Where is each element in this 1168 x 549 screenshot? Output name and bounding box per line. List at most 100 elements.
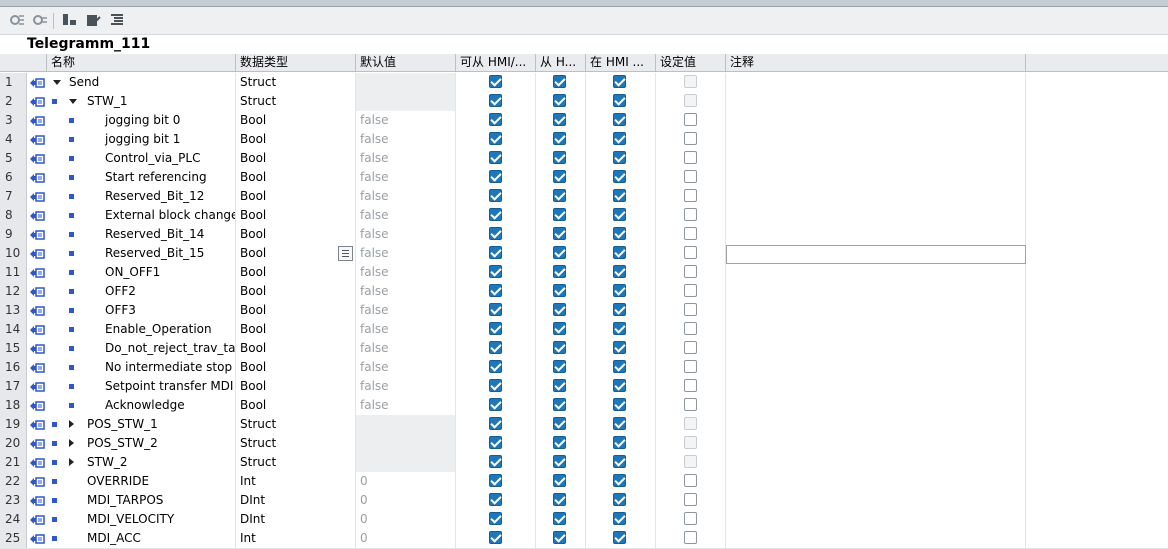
hmi-access-checkbox[interactable] [489, 512, 502, 525]
hmi-visible-checkbox[interactable] [613, 208, 626, 221]
comment-cell[interactable] [726, 263, 1026, 282]
hmi-access-checkbox[interactable] [489, 75, 502, 88]
hmi-write-checkbox[interactable] [553, 189, 566, 202]
header-default[interactable]: 默认值 [356, 54, 456, 71]
hmi-visible-checkbox[interactable] [613, 398, 626, 411]
comment-cell[interactable] [726, 320, 1026, 339]
setpoint-checkbox[interactable] [684, 303, 697, 316]
default-value-cell[interactable]: false [356, 130, 456, 149]
hmi-visible-checkbox[interactable] [613, 284, 626, 297]
hmi-write-checkbox[interactable] [553, 455, 566, 468]
datatype-cell[interactable]: Bool [236, 301, 356, 320]
name-cell[interactable]: jogging bit 0 [47, 111, 236, 130]
setpoint-checkbox[interactable] [684, 379, 697, 392]
name-cell[interactable]: Enable_Operation [47, 320, 236, 339]
table-row[interactable]: 20 POS_STW_2 Struct [0, 434, 1168, 454]
datatype-cell[interactable]: Bool [236, 130, 356, 149]
datatype-cell[interactable]: Bool [236, 320, 356, 339]
expand-arrow-icon[interactable] [69, 458, 74, 466]
table-row[interactable]: 13 OFF3 Bool false [0, 301, 1168, 321]
name-cell[interactable]: No intermediate stop [47, 358, 236, 377]
comment-cell[interactable] [726, 130, 1026, 149]
hmi-access-checkbox[interactable] [489, 341, 502, 354]
row-number[interactable]: 3 [0, 111, 27, 130]
value-editor-icon[interactable] [338, 246, 353, 261]
name-cell[interactable]: Start referencing [47, 168, 236, 187]
hmi-write-checkbox[interactable] [553, 398, 566, 411]
default-value-cell[interactable]: false [356, 377, 456, 396]
table-row[interactable]: 8 External block change Bool false [0, 206, 1168, 226]
header-hmi-access[interactable]: 可从 HMI/... [456, 54, 536, 71]
datatype-cell[interactable]: Int [236, 472, 356, 491]
row-number[interactable]: 20 [0, 434, 27, 453]
collapse-arrow-icon[interactable] [69, 99, 77, 104]
row-number[interactable]: 10 [0, 244, 27, 263]
name-cell[interactable]: Reserved_Bit_14 [47, 225, 236, 244]
datatype-cell[interactable]: Int [236, 529, 356, 548]
row-number[interactable]: 22 [0, 472, 27, 491]
comment-cell[interactable] [726, 529, 1026, 548]
row-number[interactable]: 19 [0, 415, 27, 434]
hmi-access-checkbox[interactable] [489, 493, 502, 506]
hmi-visible-checkbox[interactable] [613, 417, 626, 430]
expand-arrow-icon[interactable] [69, 420, 74, 428]
comment-cell[interactable] [726, 510, 1026, 529]
name-cell[interactable]: Reserved_Bit_12 [47, 187, 236, 206]
hmi-write-checkbox[interactable] [553, 227, 566, 240]
setpoint-checkbox[interactable] [684, 493, 697, 506]
table-row[interactable]: 23 MDI_TARPOS DInt 0 [0, 491, 1168, 511]
datatype-cell[interactable]: Bool [236, 377, 356, 396]
default-value-cell[interactable]: false [356, 339, 456, 358]
table-row[interactable]: 6 Start referencing Bool false [0, 168, 1168, 188]
hmi-access-checkbox[interactable] [489, 379, 502, 392]
comment-cell[interactable] [726, 339, 1026, 358]
table-row[interactable]: 14 Enable_Operation Bool false [0, 320, 1168, 340]
name-cell[interactable]: OVERRIDE [47, 472, 236, 491]
hmi-access-checkbox[interactable] [489, 417, 502, 430]
row-number[interactable]: 12 [0, 282, 27, 301]
row-number[interactable]: 17 [0, 377, 27, 396]
default-value-cell[interactable]: false [356, 225, 456, 244]
table-row[interactable]: 1 Send Struct [0, 73, 1168, 93]
row-number[interactable]: 9 [0, 225, 27, 244]
default-value-cell[interactable]: false [356, 301, 456, 320]
header-name[interactable]: 名称 [47, 54, 236, 71]
hmi-access-checkbox[interactable] [489, 436, 502, 449]
hmi-visible-checkbox[interactable] [613, 246, 626, 259]
datatype-cell[interactable]: Bool [236, 187, 356, 206]
table-row[interactable]: 12 OFF2 Bool false [0, 282, 1168, 302]
header-comment[interactable]: 注释 [726, 54, 1026, 71]
comment-cell[interactable] [726, 92, 1026, 111]
default-value-cell[interactable]: false [356, 263, 456, 282]
hmi-access-checkbox[interactable] [489, 208, 502, 221]
datatype-cell[interactable]: Struct [236, 92, 356, 111]
hmi-access-checkbox[interactable] [489, 246, 502, 259]
hmi-access-checkbox[interactable] [489, 189, 502, 202]
row-number[interactable]: 21 [0, 453, 27, 472]
row-number[interactable]: 13 [0, 301, 27, 320]
default-value-cell[interactable]: false [356, 358, 456, 377]
name-cell[interactable]: Control_via_PLC [47, 149, 236, 168]
datatype-cell[interactable]: Bool [236, 168, 356, 187]
hmi-write-checkbox[interactable] [553, 341, 566, 354]
row-number[interactable]: 24 [0, 510, 27, 529]
hmi-visible-checkbox[interactable] [613, 265, 626, 278]
default-value-cell[interactable]: false [356, 282, 456, 301]
datatype-cell[interactable]: Bool [236, 111, 356, 130]
hmi-write-checkbox[interactable] [553, 208, 566, 221]
name-cell[interactable]: External block change [47, 206, 236, 225]
setpoint-checkbox[interactable] [684, 227, 697, 240]
row-number[interactable]: 5 [0, 149, 27, 168]
table-row[interactable]: 2 STW_1 Struct [0, 92, 1168, 112]
hmi-visible-checkbox[interactable] [613, 531, 626, 544]
hmi-visible-checkbox[interactable] [613, 379, 626, 392]
hmi-access-checkbox[interactable] [489, 151, 502, 164]
table-row[interactable]: 19 POS_STW_1 Struct [0, 415, 1168, 435]
default-value-cell[interactable]: false [356, 168, 456, 187]
hmi-access-checkbox[interactable] [489, 113, 502, 126]
comment-cell[interactable] [726, 225, 1026, 244]
datatype-cell[interactable]: Bool [236, 339, 356, 358]
hmi-visible-checkbox[interactable] [613, 189, 626, 202]
comment-cell[interactable] [726, 415, 1026, 434]
datatype-cell[interactable]: Bool [236, 282, 356, 301]
